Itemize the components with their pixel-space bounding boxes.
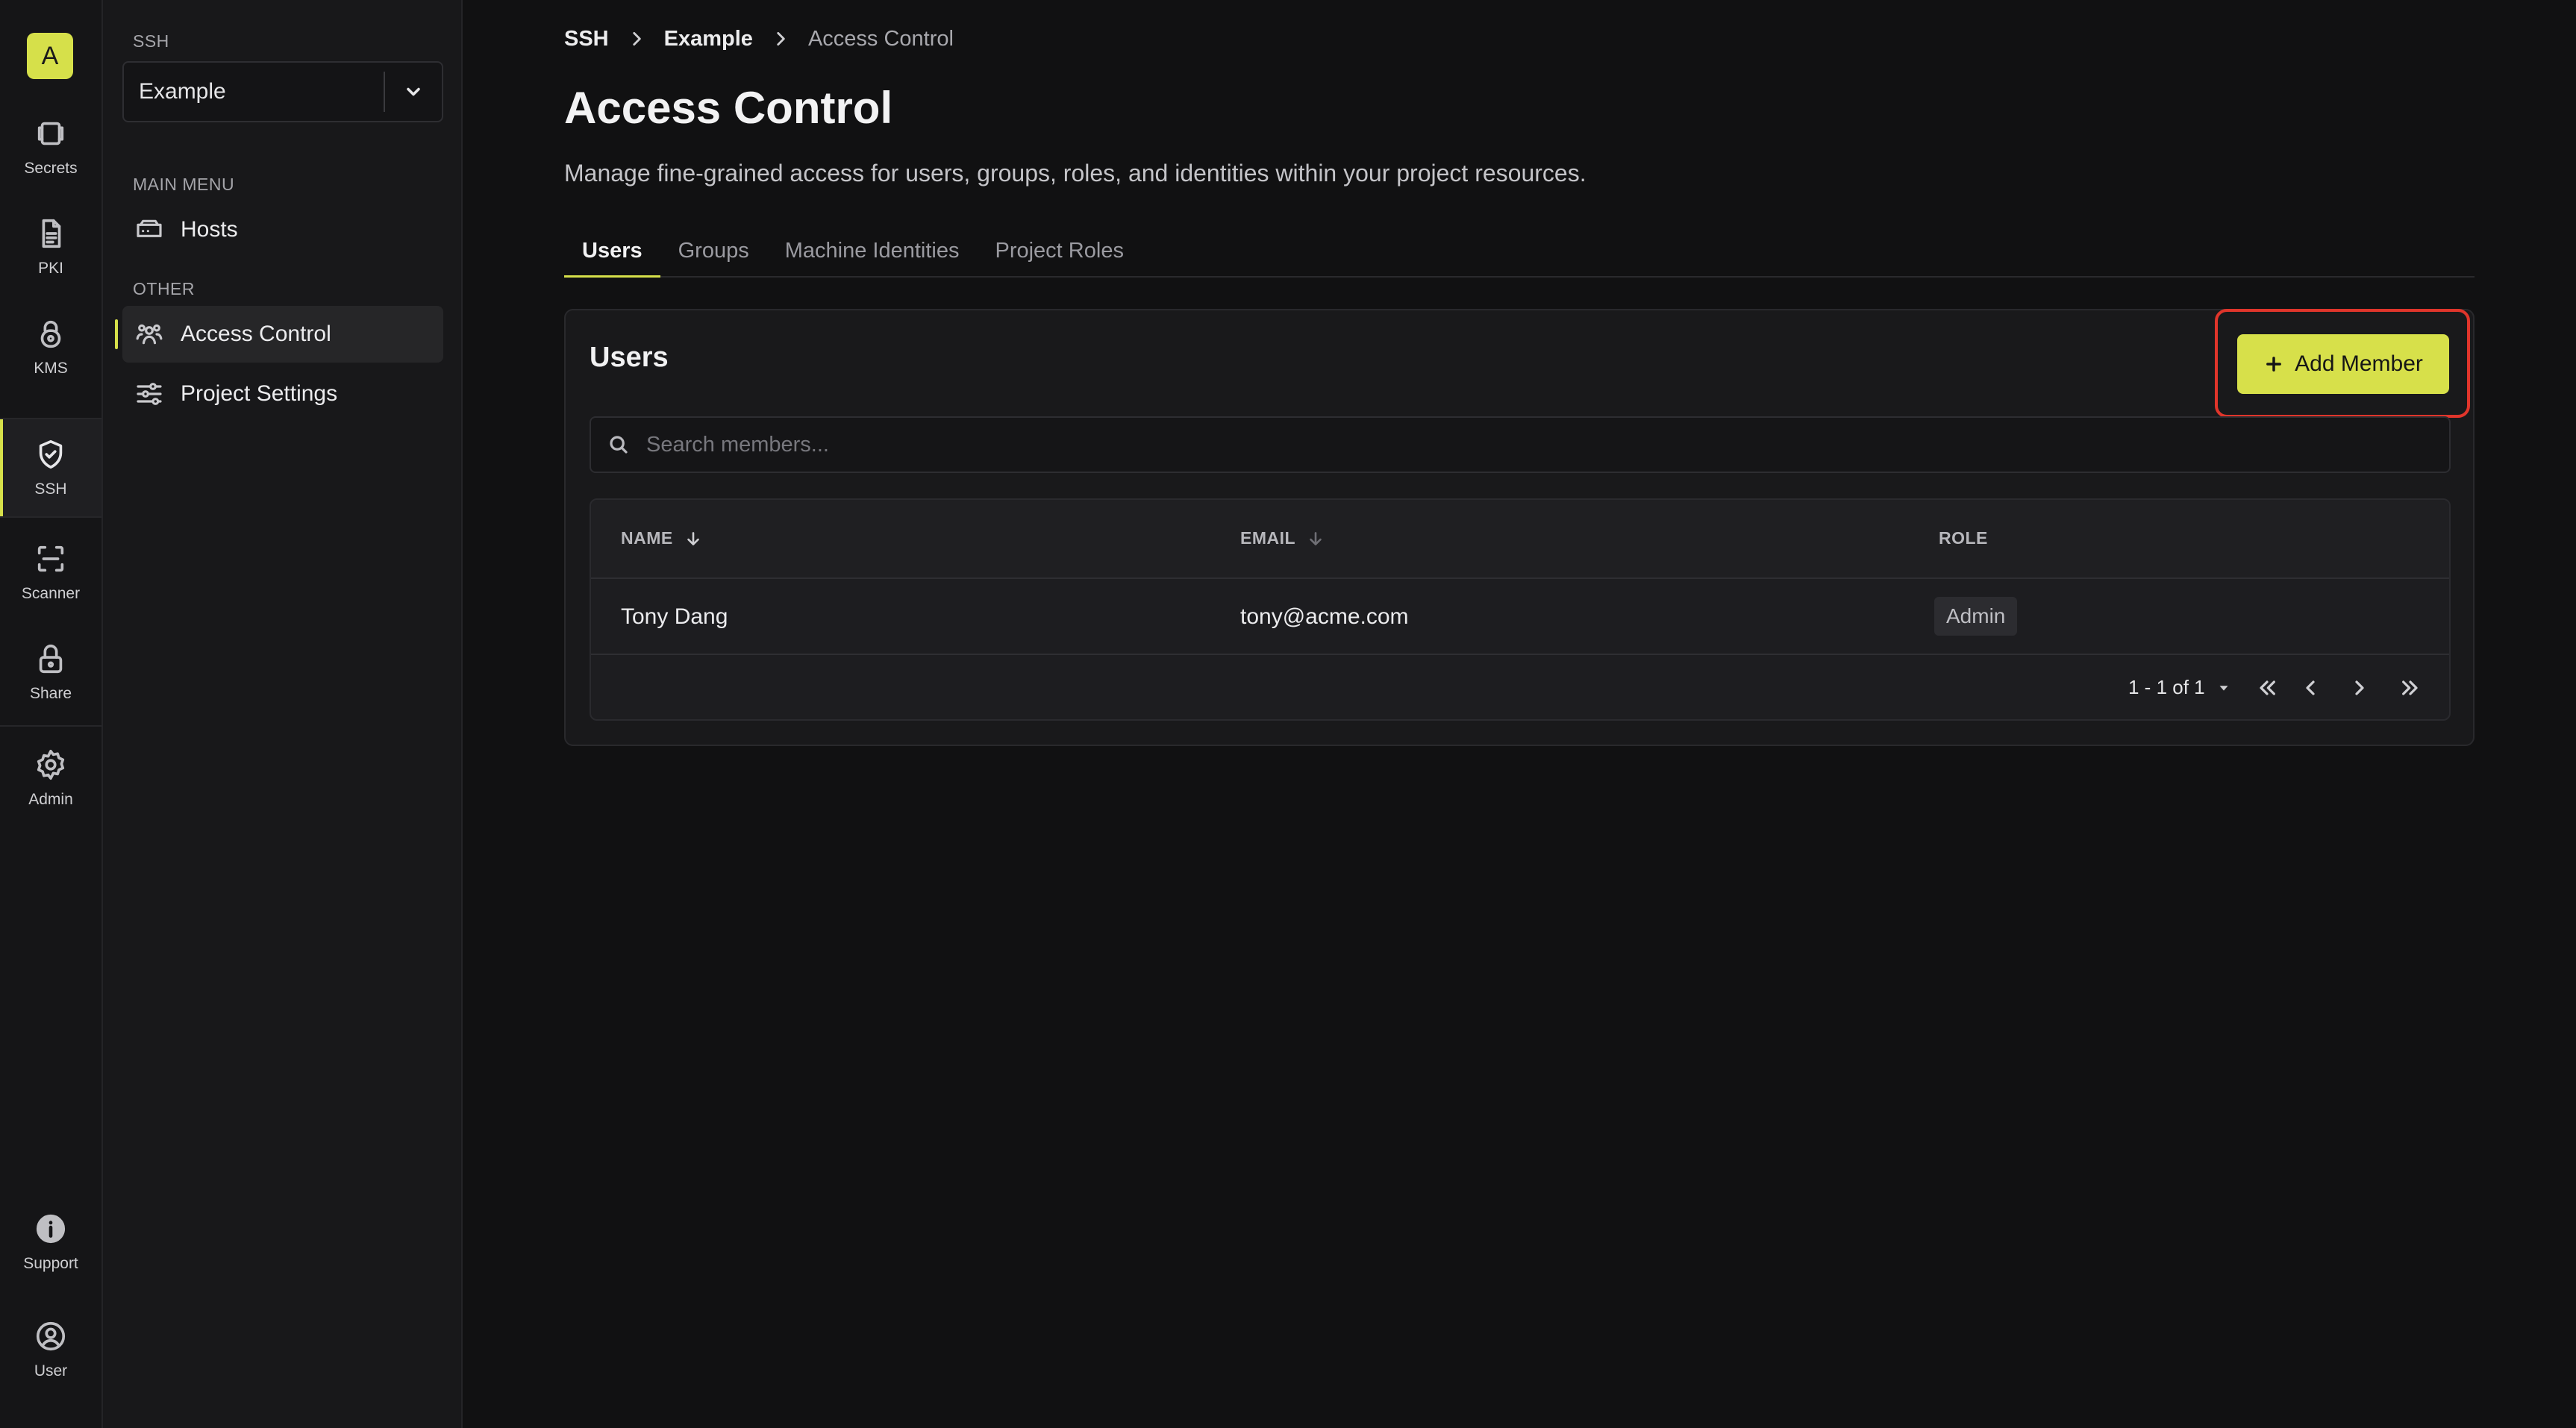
rail-item-label: SSH (34, 480, 67, 498)
chevrons-left-icon (2260, 680, 2275, 695)
rail-item-kms[interactable]: KMS (0, 298, 101, 395)
rail-item-label: Scanner (21, 585, 81, 602)
tab-machine-identities[interactable]: Machine Identities (767, 225, 978, 276)
column-header-label: ROLE (1939, 528, 1988, 548)
rail-item-label: KMS (34, 360, 68, 377)
project-selector-toggle[interactable] (385, 81, 442, 102)
access-control-tabs: Users Groups Machine Identities Project … (564, 225, 2475, 278)
rail-item-ssh[interactable]: SSH (0, 419, 101, 516)
chevron-right-icon (632, 32, 641, 46)
kms-icon (40, 320, 61, 348)
chevron-down-icon (407, 87, 420, 96)
arrow-down-icon (687, 531, 699, 545)
rail-item-label: Share (29, 685, 72, 702)
member-name: Tony Dang (621, 604, 728, 629)
rail-item-label: Admin (28, 791, 73, 808)
sidebar-item-label: Project Settings (181, 381, 338, 406)
rail-item-pki[interactable]: PKI (0, 198, 101, 295)
chevron-right-icon (777, 32, 785, 46)
tab-users[interactable]: Users (564, 225, 660, 278)
other-menu-label: OTHER (133, 279, 195, 298)
breadcrumb-separator (771, 29, 790, 48)
sidebar-item-label: Access Control (181, 322, 331, 346)
chevron-left-icon (2306, 680, 2315, 695)
project-sidebar: SSH Example MAIN MENU Hosts OTHER Access… (103, 0, 463, 1428)
search-members (590, 416, 2451, 473)
column-header-label: EMAIL (1240, 528, 1296, 548)
ssh-icon (39, 439, 63, 469)
page-range-label: 1 - 1 of 1 (2128, 676, 2205, 698)
arrow-down-icon (1310, 531, 1322, 545)
tab-groups[interactable]: Groups (660, 225, 767, 276)
previous-page-button[interactable] (2294, 671, 2327, 704)
members-table: NAME EMAIL ROLE Tony Dang tony@acme.com … (590, 498, 2451, 721)
rail-item-label: PKI (38, 260, 63, 277)
role-badge[interactable]: Admin (1934, 597, 2018, 636)
users-icon (136, 324, 163, 345)
gear-icon (37, 749, 65, 780)
hosts-icon (137, 219, 162, 237)
chevron-right-icon (2355, 680, 2364, 695)
rail-item-user[interactable]: User (0, 1301, 101, 1398)
project-selector-value: Example (139, 79, 226, 104)
add-member-label: Add Member (2295, 351, 2423, 376)
rail-item-support[interactable]: Support (0, 1194, 101, 1291)
breadcrumb-item-project[interactable]: Example (664, 27, 753, 51)
breadcrumb: SSH Example Access Control (564, 24, 954, 54)
user-icon (36, 1321, 66, 1351)
pagination: 1 - 1 of 1 (591, 655, 2449, 719)
column-header-role: ROLE (1939, 528, 1988, 548)
add-member-button[interactable]: Add Member (2237, 334, 2449, 394)
table-header: NAME EMAIL ROLE (591, 500, 2449, 579)
page-title: Access Control (564, 83, 893, 133)
secrets-icon (37, 122, 64, 145)
caret-down-icon (2219, 685, 2228, 691)
table-row[interactable]: Tony Dang tony@acme.com Admin (591, 579, 2449, 655)
sidebar-item-access-control[interactable]: Access Control (115, 306, 443, 363)
rail-divider (0, 516, 101, 518)
app-root: A Secrets PKI KMS SSH Scanner Share Admi… (0, 0, 2576, 1428)
rail-item-secrets[interactable]: Secrets (0, 98, 101, 195)
tab-project-roles[interactable]: Project Roles (977, 225, 1141, 276)
rail-item-label: Support (23, 1255, 78, 1272)
page-description: Manage fine-grained access for users, gr… (564, 160, 1586, 187)
search-input[interactable] (646, 422, 2449, 467)
search-icon (610, 436, 628, 454)
users-card-title: Users (590, 342, 669, 373)
column-header-name[interactable]: NAME (621, 528, 703, 548)
column-header-label: NAME (621, 528, 673, 548)
scanner-icon (37, 545, 64, 572)
next-page-button[interactable] (2343, 671, 2376, 704)
rail-item-label: Secrets (24, 160, 78, 177)
chevrons-right-icon (2402, 680, 2418, 695)
users-card: Users Add Member NAME EMAIL (564, 309, 2475, 746)
page-range-select[interactable]: 1 - 1 of 1 (2128, 676, 2232, 699)
member-email: tony@acme.com (1240, 604, 1409, 629)
pki-icon (42, 219, 61, 248)
main-menu-label: MAIN MENU (133, 175, 235, 194)
project-selector[interactable]: Example (122, 61, 443, 122)
breadcrumb-separator (627, 29, 646, 48)
rail-item-admin[interactable]: Admin (0, 730, 101, 827)
first-page-button[interactable] (2251, 671, 2283, 704)
sidebar-item-project-settings[interactable]: Project Settings (122, 366, 443, 422)
org-avatar[interactable]: A (27, 33, 73, 79)
sidebar-item-label: Hosts (181, 217, 238, 242)
info-icon (36, 1214, 66, 1244)
breadcrumb-item-current: Access Control (807, 26, 954, 51)
last-page-button[interactable] (2394, 671, 2427, 704)
rail-item-label: User (34, 1362, 68, 1380)
breadcrumb-item-ssh[interactable]: SSH (564, 27, 609, 51)
plus-icon (2266, 357, 2282, 372)
rail-item-share[interactable]: Share (0, 624, 101, 721)
column-header-email[interactable]: EMAIL (1240, 528, 1325, 548)
rail-item-scanner[interactable]: Scanner (0, 524, 101, 621)
product-rail: A Secrets PKI KMS SSH Scanner Share Admi… (0, 0, 103, 1428)
rail-divider (0, 725, 101, 727)
sidebar-item-hosts[interactable]: Hosts (122, 201, 443, 258)
lock-icon (39, 645, 63, 674)
sidebar-product-label: SSH (133, 31, 169, 51)
main-content: SSH Example Access Control Access Contro… (463, 0, 2576, 1428)
sliders-icon (137, 383, 162, 405)
